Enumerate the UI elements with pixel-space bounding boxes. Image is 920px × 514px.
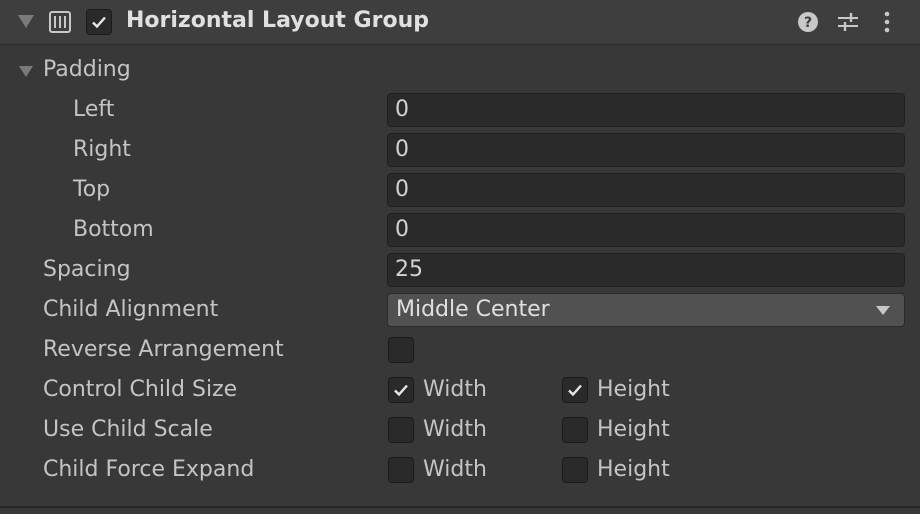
child-force-expand-height-checkbox[interactable] [562, 457, 588, 483]
control-child-size-width-checkbox[interactable] [388, 377, 414, 403]
reverse-arrangement-checkbox[interactable] [388, 337, 414, 363]
spacing-field[interactable]: 25 [387, 253, 905, 287]
padding-top-label: Top [73, 177, 111, 202]
checkmark-icon [92, 16, 106, 29]
component-header[interactable]: Horizontal Layout Group ? [0, 0, 920, 45]
panel-divider [0, 506, 920, 508]
control-child-size-label: Control Child Size [43, 377, 238, 402]
child-alignment-label: Child Alignment [43, 297, 219, 322]
use-child-scale-label: Use Child Scale [43, 417, 213, 442]
presets-icon[interactable] [836, 11, 860, 33]
padding-right-field[interactable]: 0 [387, 133, 905, 167]
padding-label[interactable]: Padding [43, 57, 131, 82]
foldout-arrow-icon[interactable] [18, 15, 34, 28]
component-enabled-checkbox[interactable] [86, 9, 112, 35]
child-alignment-value: Middle Center [396, 297, 550, 322]
use-child-scale-height-label: Height [597, 417, 670, 442]
checkmark-icon [568, 384, 582, 397]
inspector-component-panel: Horizontal Layout Group ? Padding Left 0… [0, 0, 920, 514]
padding-left-label: Left [73, 97, 115, 122]
padding-top-field[interactable]: 0 [387, 173, 905, 207]
help-icon[interactable]: ? [797, 11, 819, 33]
layout-group-icon [49, 11, 71, 33]
spacing-label: Spacing [43, 257, 131, 282]
padding-left-field[interactable]: 0 [387, 93, 905, 127]
child-force-expand-height-label: Height [597, 457, 670, 482]
dropdown-arrow-icon [876, 306, 890, 315]
more-options-icon[interactable] [882, 11, 892, 33]
control-child-size-height-checkbox[interactable] [562, 377, 588, 403]
padding-bottom-field[interactable]: 0 [387, 213, 905, 247]
child-force-expand-width-label: Width [423, 457, 487, 482]
use-child-scale-width-label: Width [423, 417, 487, 442]
reverse-arrangement-label: Reverse Arrangement [43, 337, 284, 362]
component-title: Horizontal Layout Group [126, 8, 429, 33]
use-child-scale-width-checkbox[interactable] [388, 417, 414, 443]
child-force-expand-label: Child Force Expand [43, 457, 255, 482]
svg-text:?: ? [804, 15, 812, 31]
use-child-scale-height-checkbox[interactable] [562, 417, 588, 443]
control-child-size-width-label: Width [423, 377, 487, 402]
checkmark-icon [394, 384, 408, 397]
child-force-expand-width-checkbox[interactable] [388, 457, 414, 483]
control-child-size-height-label: Height [597, 377, 670, 402]
padding-bottom-label: Bottom [73, 217, 154, 242]
padding-right-label: Right [73, 137, 131, 162]
padding-foldout-arrow-icon[interactable] [19, 66, 33, 77]
child-alignment-dropdown[interactable]: Middle Center [387, 293, 905, 327]
